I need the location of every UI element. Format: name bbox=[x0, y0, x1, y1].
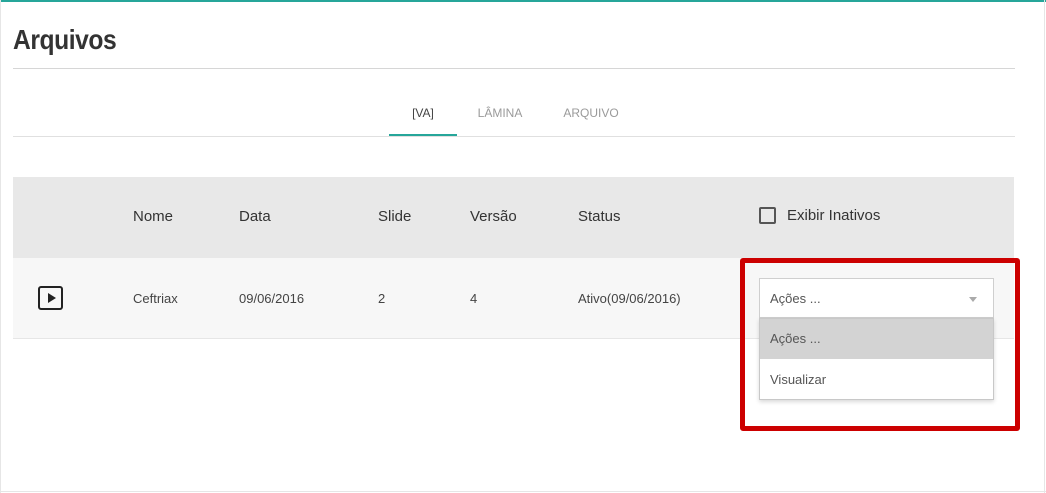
play-icon[interactable] bbox=[38, 286, 63, 310]
active-tab-indicator bbox=[389, 134, 457, 136]
bottom-border bbox=[0, 491, 1046, 492]
tab-bar: [VA] LÂMINA ARQUIVO bbox=[13, 96, 1015, 137]
header-data: Data bbox=[239, 208, 271, 225]
option-visualizar[interactable]: Visualizar bbox=[760, 360, 993, 400]
page-title: Arquivos bbox=[13, 24, 117, 55]
option-acoes[interactable]: Ações ... bbox=[760, 319, 993, 359]
cell-slide: 2 bbox=[378, 291, 386, 306]
tab-arquivo[interactable]: ARQUIVO bbox=[558, 96, 624, 136]
left-border bbox=[0, 0, 1, 493]
actions-select-value: Ações ... bbox=[770, 291, 821, 306]
show-inactive-checkbox[interactable] bbox=[759, 207, 776, 224]
actions-dropdown: Ações ... Visualizar bbox=[759, 318, 994, 400]
table-header: Nome Data Slide Versão Status Exibir Ina… bbox=[13, 177, 1014, 258]
cell-versao: 4 bbox=[470, 291, 478, 306]
show-inactive-toggle[interactable]: Exibir Inativos bbox=[759, 207, 880, 224]
right-border bbox=[1044, 0, 1045, 493]
tab-lamina[interactable]: LÂMINA bbox=[470, 96, 530, 136]
title-divider bbox=[13, 68, 1015, 69]
header-slide: Slide bbox=[378, 208, 412, 225]
tab-va[interactable]: [VA] bbox=[389, 96, 457, 136]
header-nome: Nome bbox=[133, 208, 174, 225]
tab-label: LÂMINA bbox=[477, 106, 523, 120]
header-status: Status bbox=[578, 208, 621, 225]
show-inactive-label: Exibir Inativos bbox=[787, 207, 881, 224]
cell-data: 09/06/2016 bbox=[239, 291, 305, 306]
tab-label: [VA] bbox=[412, 106, 434, 120]
cell-nome: Ceftriax bbox=[133, 291, 178, 306]
caret-down-icon bbox=[969, 297, 977, 302]
actions-select[interactable]: Ações ... bbox=[759, 278, 994, 318]
cell-status: Ativo(09/06/2016) bbox=[578, 291, 681, 306]
top-accent-border bbox=[0, 0, 1046, 2]
header-versao: Versão bbox=[470, 208, 517, 225]
tab-label: ARQUIVO bbox=[563, 106, 619, 120]
